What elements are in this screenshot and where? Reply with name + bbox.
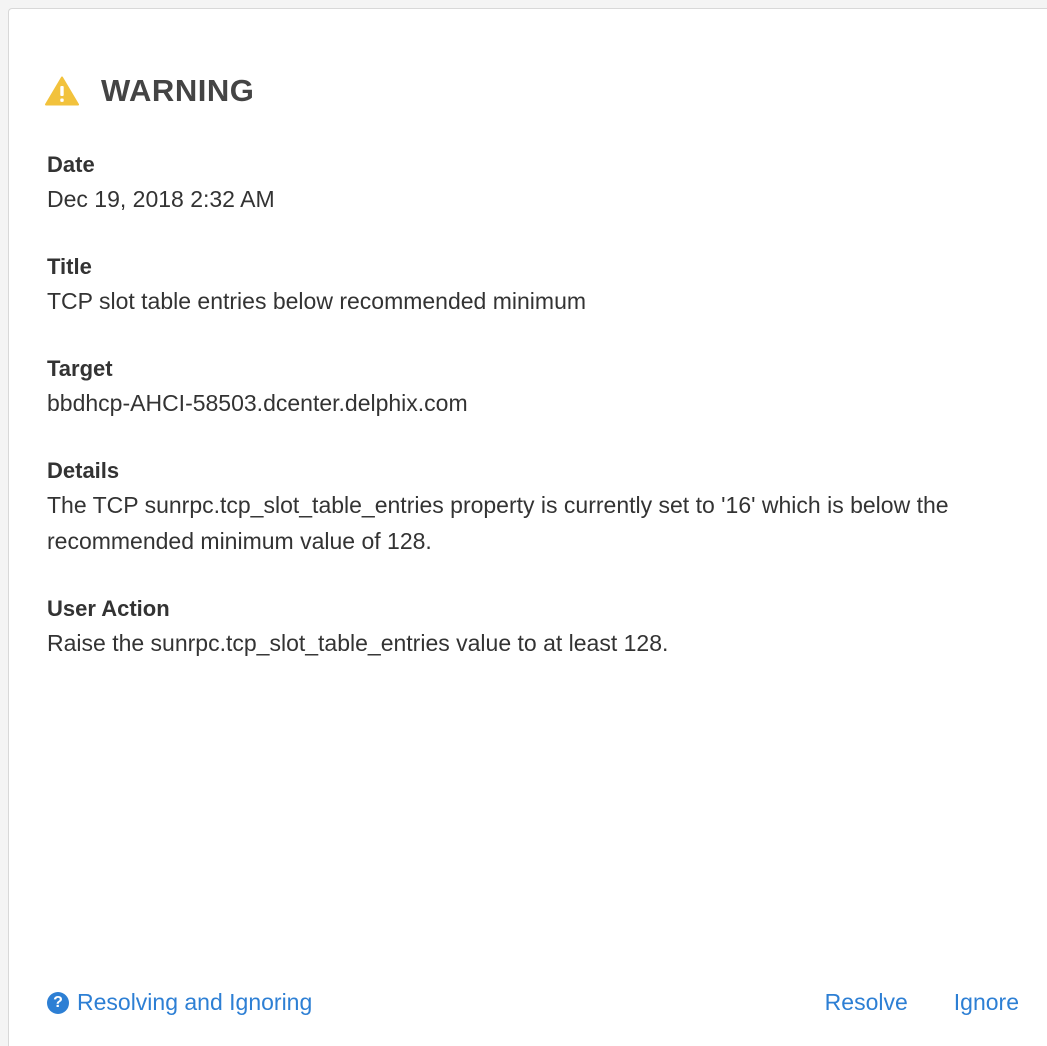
field-details: Details The TCP sunrpc.tcp_slot_table_en… xyxy=(47,455,1017,559)
field-value: Raise the sunrpc.tcp_slot_table_entries … xyxy=(47,630,669,656)
field-date: Date Dec 19, 2018 2:32 AM xyxy=(47,149,1017,217)
alert-actions: Resolve Ignore xyxy=(779,989,1019,1016)
field-value: bbdhcp-AHCI-58503.dcenter.delphix.com xyxy=(47,390,468,416)
resolve-button[interactable]: Resolve xyxy=(825,989,908,1016)
field-title: Title TCP slot table entries below recom… xyxy=(47,251,1017,319)
alert-fields: Date Dec 19, 2018 2:32 AM Title TCP slot… xyxy=(47,149,1017,695)
field-user-action: User Action Raise the sunrpc.tcp_slot_ta… xyxy=(47,593,1017,661)
warning-triangle-icon xyxy=(45,76,79,106)
alert-footer: ? Resolving and Ignoring Resolve Ignore xyxy=(47,989,1019,1016)
field-value: TCP slot table entries below recommended… xyxy=(47,288,587,314)
help-link-label: Resolving and Ignoring xyxy=(77,989,313,1015)
ignore-button[interactable]: Ignore xyxy=(954,989,1019,1016)
field-target: Target bbdhcp-AHCI-58503.dcenter.delphix… xyxy=(47,353,1017,421)
field-label: User Action xyxy=(47,596,170,621)
question-circle-icon: ? xyxy=(47,991,69,1014)
field-label: Target xyxy=(47,356,113,381)
alert-detail-panel: WARNING Date Dec 19, 2018 2:32 AM Title … xyxy=(8,8,1047,1046)
resolving-and-ignoring-link[interactable]: ? Resolving and Ignoring xyxy=(47,989,312,1016)
field-label: Details xyxy=(47,458,120,483)
field-label: Date xyxy=(47,152,95,177)
field-label: Title xyxy=(47,254,92,279)
field-value: Dec 19, 2018 2:32 AM xyxy=(47,186,275,212)
alert-header: WARNING xyxy=(45,73,254,109)
field-value: The TCP sunrpc.tcp_slot_table_entries pr… xyxy=(47,492,949,554)
alert-severity-title: WARNING xyxy=(101,73,255,108)
